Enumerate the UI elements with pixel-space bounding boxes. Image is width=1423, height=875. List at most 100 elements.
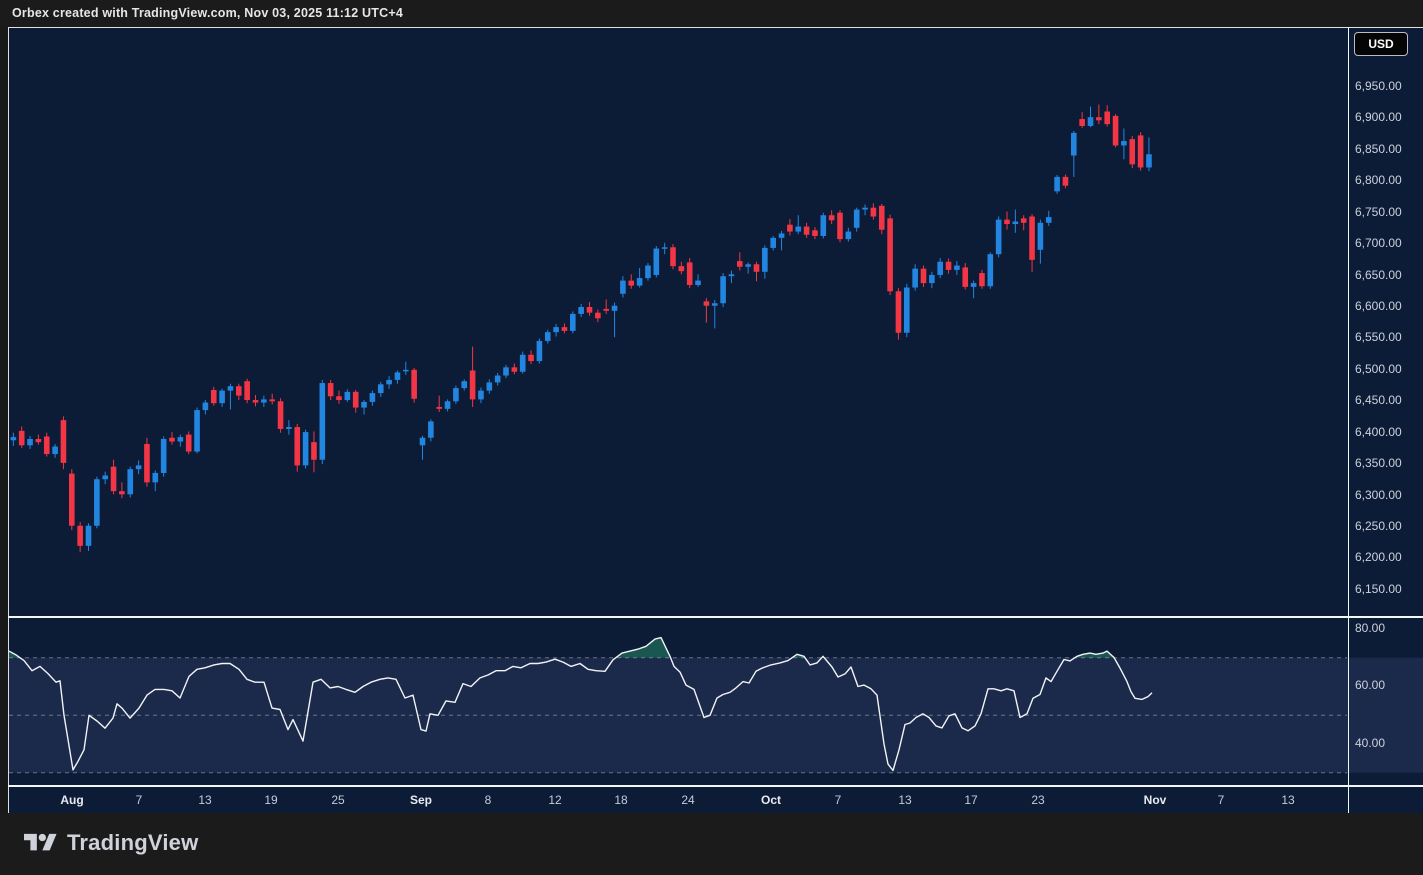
candle bbox=[478, 391, 484, 400]
candle bbox=[36, 439, 42, 442]
candle bbox=[136, 465, 142, 469]
candle bbox=[1038, 223, 1044, 250]
candle bbox=[386, 380, 392, 384]
candle bbox=[612, 306, 618, 311]
indicator-axis-label: 80.00 bbox=[1355, 621, 1385, 635]
candle bbox=[812, 230, 818, 236]
candle bbox=[587, 307, 593, 313]
candle bbox=[670, 247, 676, 266]
candle bbox=[937, 262, 943, 275]
tradingview-logo-link[interactable]: TradingView bbox=[24, 830, 198, 856]
time-axis-label: 17 bbox=[964, 793, 977, 807]
candle bbox=[211, 390, 217, 403]
candle bbox=[345, 392, 351, 400]
tradingview-logo-icon bbox=[24, 830, 57, 856]
candle bbox=[829, 215, 835, 220]
price-axis-label: 6,350.00 bbox=[1355, 456, 1402, 470]
candle bbox=[528, 355, 534, 361]
candle bbox=[545, 332, 551, 341]
candle bbox=[27, 439, 33, 445]
candle bbox=[1004, 220, 1010, 224]
price-axis-label: 6,500.00 bbox=[1355, 362, 1402, 376]
candle bbox=[1063, 177, 1069, 186]
candle bbox=[1113, 116, 1119, 146]
footer-bar: TradingView bbox=[0, 813, 1423, 875]
candle bbox=[503, 367, 509, 375]
candle bbox=[403, 370, 409, 372]
candle bbox=[595, 313, 601, 319]
candle bbox=[654, 249, 660, 275]
candle bbox=[44, 436, 50, 454]
candle bbox=[821, 215, 827, 236]
candle bbox=[253, 400, 259, 403]
candle bbox=[954, 266, 960, 270]
price-axis-label: 6,750.00 bbox=[1355, 205, 1402, 219]
candlestick-series bbox=[2, 105, 1152, 553]
candle bbox=[1071, 133, 1077, 156]
candle bbox=[679, 266, 685, 271]
candle bbox=[637, 278, 643, 286]
candle bbox=[770, 238, 776, 248]
currency-toggle-button[interactable]: USD bbox=[1354, 32, 1408, 56]
candle bbox=[52, 447, 58, 455]
candle bbox=[278, 401, 284, 429]
candle bbox=[11, 437, 17, 440]
candle bbox=[186, 435, 192, 452]
price-axis-label: 6,300.00 bbox=[1355, 488, 1402, 502]
candle bbox=[754, 264, 760, 272]
candle bbox=[61, 420, 67, 463]
time-axis-label: Nov bbox=[1144, 793, 1167, 807]
candle bbox=[487, 382, 493, 390]
time-axis-label: 13 bbox=[198, 793, 211, 807]
candle bbox=[470, 370, 476, 399]
candle bbox=[695, 281, 701, 285]
time-axis-label: 24 bbox=[681, 793, 694, 807]
pane-separator-indicator[interactable] bbox=[8, 785, 1423, 787]
price-axis-label: 6,250.00 bbox=[1355, 519, 1402, 533]
price-axis-label: 6,200.00 bbox=[1355, 550, 1402, 564]
candle bbox=[846, 232, 852, 240]
candle bbox=[687, 262, 693, 285]
candle bbox=[1029, 216, 1035, 259]
candle bbox=[520, 355, 526, 372]
candle bbox=[620, 281, 626, 294]
candle bbox=[244, 381, 250, 400]
candle bbox=[169, 438, 175, 442]
candle bbox=[704, 301, 710, 305]
pane-separator-main[interactable] bbox=[8, 616, 1423, 618]
chart-canvas bbox=[0, 0, 1423, 875]
candle bbox=[144, 444, 150, 482]
candle bbox=[69, 474, 75, 526]
price-axis-label: 6,600.00 bbox=[1355, 299, 1402, 313]
time-axis-label: Oct bbox=[761, 793, 781, 807]
candle bbox=[228, 386, 234, 390]
candle bbox=[879, 206, 885, 230]
candle bbox=[2, 440, 8, 446]
tradingview-chart-page: Orbex created with TradingView.com, Nov … bbox=[0, 0, 1423, 875]
candle bbox=[737, 261, 743, 267]
candle bbox=[720, 276, 726, 303]
candle bbox=[645, 266, 651, 279]
price-axis-label: 6,850.00 bbox=[1355, 142, 1402, 156]
candle bbox=[871, 208, 877, 217]
candle bbox=[537, 341, 543, 361]
time-axis-label: 19 bbox=[264, 793, 277, 807]
candle bbox=[971, 283, 977, 287]
candle bbox=[119, 491, 125, 494]
candle bbox=[1129, 139, 1135, 164]
candle bbox=[1096, 117, 1102, 120]
candle bbox=[294, 427, 300, 465]
candle bbox=[161, 439, 167, 473]
candle bbox=[603, 309, 609, 311]
time-axis-label: 7 bbox=[1218, 793, 1225, 807]
candle bbox=[495, 376, 501, 383]
candle bbox=[311, 442, 317, 460]
time-axis-label: 18 bbox=[614, 793, 627, 807]
candle bbox=[628, 281, 634, 286]
candle bbox=[946, 262, 952, 270]
candle bbox=[428, 421, 434, 437]
candle bbox=[804, 227, 810, 235]
indicator-axis-label: 60.00 bbox=[1355, 678, 1385, 692]
candle bbox=[929, 275, 935, 283]
candle bbox=[378, 384, 384, 393]
